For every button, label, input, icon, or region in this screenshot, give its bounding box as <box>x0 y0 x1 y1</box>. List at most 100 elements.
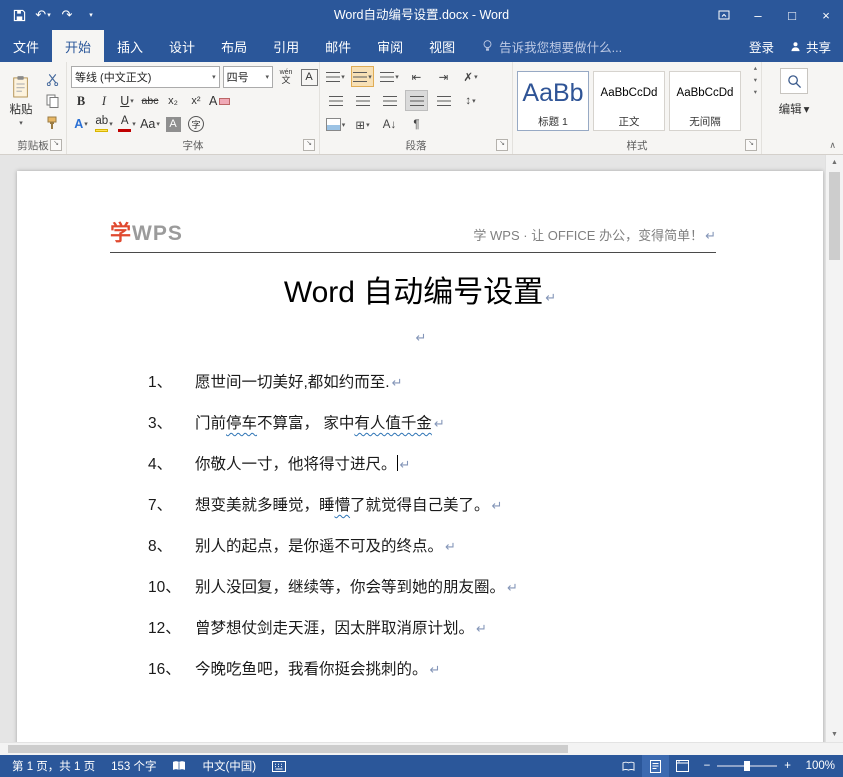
scroll-down-button[interactable]: ▼ <box>826 727 843 742</box>
paragraph-dialog-launcher[interactable]: ↘ <box>496 139 508 151</box>
borders-button[interactable]: ⊞▾ <box>351 114 374 135</box>
font-dialog-launcher[interactable]: ↘ <box>303 139 315 151</box>
list-item[interactable]: 12、曾梦想仗剑走天涯，因太胖取消原计划。↵ <box>148 617 823 640</box>
asian-layout-button[interactable]: ✗▾ <box>459 66 482 87</box>
distribute-button[interactable] <box>432 90 455 111</box>
language-indicator[interactable]: 中文(中国) <box>194 758 264 774</box>
list-item-text[interactable]: 愿世间一切美好,都如约而至.↵ <box>195 371 403 394</box>
input-mode-button[interactable] <box>264 761 294 772</box>
vertical-scroll-thumb[interactable] <box>829 172 840 260</box>
document-canvas[interactable]: 学WPS 学 WPS · 让 OFFICE 办公，变得简单！↵ Word 自动编… <box>0 155 843 742</box>
bullets-button[interactable]: ▾ <box>324 66 347 87</box>
cut-button[interactable] <box>42 70 62 88</box>
list-item[interactable]: 16、今晚吃鱼吧，我看你挺会挑刺的。↵ <box>148 658 823 681</box>
vertical-scrollbar[interactable]: ▲ ▼ <box>825 155 843 742</box>
maximize-button[interactable]: □ <box>775 0 809 30</box>
justify-button[interactable] <box>405 90 428 111</box>
text-effects-button[interactable]: A ▾ <box>71 114 91 134</box>
document-header[interactable]: 学WPS 学 WPS · 让 OFFICE 办公，变得简单！↵ <box>110 223 716 253</box>
undo-button[interactable]: ↶ ▾ <box>32 3 54 27</box>
read-mode-button[interactable] <box>615 755 642 777</box>
decrease-indent-button[interactable]: ⇤ <box>405 66 428 87</box>
page-number-indicator[interactable]: 第 1 页，共 1 页 <box>4 758 103 774</box>
find-button[interactable] <box>780 68 808 94</box>
increase-indent-button[interactable]: ⇥ <box>432 66 455 87</box>
minimize-button[interactable]: – <box>741 0 775 30</box>
list-item[interactable]: 1、愿世间一切美好,都如约而至.↵ <box>148 371 823 394</box>
list-item-text[interactable]: 别人的起点，是你遥不可及的终点。↵ <box>195 535 456 558</box>
close-button[interactable]: × <box>809 0 843 30</box>
horizontal-scroll-thumb[interactable] <box>8 745 568 753</box>
proofing-status-button[interactable] <box>164 760 194 772</box>
tab-references[interactable]: 引用 <box>260 30 312 62</box>
list-item-text[interactable]: 别人没回复，继续等，你会等到她的朋友圈。↵ <box>195 576 518 599</box>
list-item[interactable]: 4、你敬人一寸，他将得寸进尺。↵ <box>148 453 823 476</box>
print-layout-button[interactable] <box>642 755 669 777</box>
customize-qat-button[interactable]: ▾ <box>80 3 102 27</box>
list-item[interactable]: 7、想变美就多睡觉，睡懵了就觉得自己美了。↵ <box>148 494 823 517</box>
text-highlight-button[interactable]: ab ▾ <box>94 114 114 134</box>
style-item-3[interactable]: AaBbCcDd无间隔 <box>669 71 741 131</box>
change-case-button[interactable]: Aa ▾ <box>140 114 160 134</box>
show-hide-marks-button[interactable]: ¶ <box>405 114 428 135</box>
tab-insert[interactable]: 插入 <box>104 30 156 62</box>
ribbon-display-options-button[interactable] <box>707 0 741 30</box>
scroll-up-button[interactable]: ▲ <box>826 155 843 170</box>
style-item-2[interactable]: AaBbCcDd正文 <box>593 71 665 131</box>
character-border-button[interactable]: A <box>299 67 319 87</box>
tab-review[interactable]: 审阅 <box>364 30 416 62</box>
font-color-button[interactable]: A ▾ <box>117 114 137 134</box>
zoom-slider-thumb[interactable] <box>744 761 750 771</box>
list-item[interactable]: 3、门前停车不算富， 家中有人值千金↵ <box>148 412 823 435</box>
list-item-text[interactable]: 门前停车不算富， 家中有人值千金↵ <box>195 412 445 435</box>
share-button[interactable]: 共享 <box>790 37 831 56</box>
web-layout-button[interactable] <box>669 755 696 777</box>
underline-button[interactable]: U ▾ <box>117 91 137 111</box>
document-page[interactable]: 学WPS 学 WPS · 让 OFFICE 办公，变得简单！↵ Word 自动编… <box>17 171 823 742</box>
sort-button[interactable]: A↓ <box>378 114 401 135</box>
paste-button[interactable]: 粘贴 ▾ <box>2 64 40 137</box>
format-painter-button[interactable] <box>42 114 62 132</box>
line-spacing-button[interactable]: ↕▾ <box>459 90 482 111</box>
redo-button[interactable]: ↷ <box>56 3 78 27</box>
font-name-combobox[interactable]: 等线 (中文正文) ▾ <box>71 66 220 88</box>
list-item-text[interactable]: 想变美就多睡觉，睡懵了就觉得自己美了。↵ <box>195 494 502 517</box>
copy-button[interactable] <box>42 92 62 110</box>
shading-button[interactable]: ▾ <box>324 114 347 135</box>
bold-button[interactable]: B <box>71 91 91 111</box>
list-item-text[interactable]: 你敬人一寸，他将得寸进尺。↵ <box>195 453 410 476</box>
align-left-button[interactable] <box>324 90 347 111</box>
word-count-indicator[interactable]: 153 个字 <box>103 758 164 774</box>
multilevel-list-button[interactable]: ▾ <box>378 66 401 87</box>
tab-home[interactable]: 开始 <box>52 30 104 62</box>
tab-design[interactable]: 设计 <box>156 30 208 62</box>
list-item-text[interactable]: 曾梦想仗剑走天涯，因太胖取消原计划。↵ <box>195 617 487 640</box>
list-item-text[interactable]: 今晚吃鱼吧，我看你挺会挑刺的。↵ <box>195 658 440 681</box>
tell-me-box[interactable]: 告诉我您想要做什么... <box>468 30 749 62</box>
clear-formatting-button[interactable]: A <box>209 91 230 111</box>
numbering-button[interactable]: ▾ <box>351 66 374 87</box>
tab-layout[interactable]: 布局 <box>208 30 260 62</box>
list-item[interactable]: 10、别人没回复，继续等，你会等到她的朋友圈。↵ <box>148 576 823 599</box>
collapse-ribbon-button[interactable]: ∧ <box>829 140 836 151</box>
empty-paragraph[interactable]: ↵ <box>17 329 823 347</box>
zoom-slider[interactable] <box>717 765 777 767</box>
tab-view[interactable]: 视图 <box>416 30 468 62</box>
zoom-out-button[interactable]: − <box>704 760 711 772</box>
strikethrough-button[interactable]: abc <box>140 91 160 111</box>
tab-mailings[interactable]: 邮件 <box>312 30 364 62</box>
signin-button[interactable]: 登录 <box>749 37 774 56</box>
style-item-1[interactable]: AaBb标题 1 <box>517 71 589 131</box>
save-button[interactable] <box>8 3 30 27</box>
clipboard-dialog-launcher[interactable]: ↘ <box>50 139 62 151</box>
styles-dialog-launcher[interactable]: ↘ <box>745 139 757 151</box>
document-title[interactable]: Word 自动编号设置↵ <box>17 267 823 311</box>
editing-menu-button[interactable]: 编辑 ▾ <box>779 101 810 117</box>
italic-button[interactable]: I <box>94 91 114 111</box>
align-right-button[interactable] <box>378 90 401 111</box>
phonetic-guide-button[interactable]: wén 文 <box>276 67 296 87</box>
gallery-up-button[interactable]: ▴ <box>754 64 757 72</box>
gallery-down-button[interactable]: ▾ <box>754 76 757 84</box>
horizontal-scrollbar[interactable] <box>0 742 843 755</box>
align-center-button[interactable] <box>351 90 374 111</box>
